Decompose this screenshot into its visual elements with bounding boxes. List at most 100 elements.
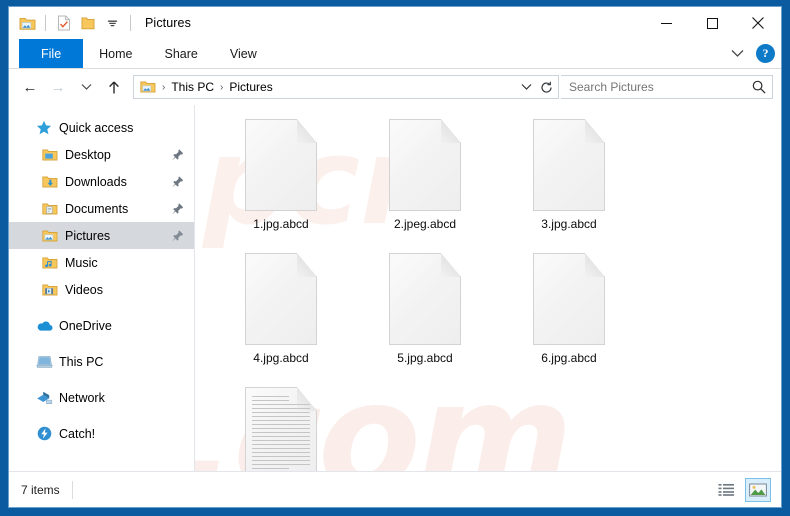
breadcrumb-dropdown-icon[interactable] xyxy=(516,76,536,98)
text-file-icon xyxy=(245,387,317,471)
file-name: 3.jpg.abcd xyxy=(541,217,597,231)
network-icon xyxy=(35,391,53,405)
pin-icon[interactable] xyxy=(171,202,184,215)
address-bar: ← → › This PC › Pictures xyxy=(9,69,781,105)
quick-access-toolbar: Pictures xyxy=(9,13,191,33)
sidebar-item-this-pc[interactable]: This PC xyxy=(9,348,194,375)
sidebar-item-downloads[interactable]: Downloads xyxy=(9,168,194,195)
view-mode-buttons xyxy=(713,477,771,502)
search-icon[interactable] xyxy=(750,80,768,94)
sidebar-label: Desktop xyxy=(65,147,111,162)
sidebar-label: Documents xyxy=(65,201,129,216)
star-icon xyxy=(35,120,53,136)
file-item[interactable]: 6.jpg.abcd xyxy=(497,249,641,383)
sidebar-label: This PC xyxy=(59,354,104,369)
blank-file-icon xyxy=(389,253,461,345)
file-item[interactable]: 2.jpeg.abcd xyxy=(353,115,497,249)
folder-downloads-icon xyxy=(41,175,59,189)
tab-share[interactable]: Share xyxy=(149,39,214,68)
onedrive-cloud-icon xyxy=(35,320,53,332)
file-item[interactable]: 5.jpg.abcd xyxy=(353,249,497,383)
navigation-pane[interactable]: Quick access Desktop Downloads Documents… xyxy=(9,105,195,471)
sidebar-item-documents[interactable]: Documents xyxy=(9,195,194,222)
forward-button[interactable]: → xyxy=(45,74,71,100)
file-item[interactable]: 1.jpg.abcd xyxy=(209,115,353,249)
recent-locations-button[interactable] xyxy=(73,74,99,100)
sidebar-item-onedrive[interactable]: OneDrive xyxy=(9,312,194,339)
tab-home[interactable]: Home xyxy=(83,39,148,68)
search-box[interactable] xyxy=(561,75,773,99)
folder-desktop-icon xyxy=(41,148,59,162)
search-input[interactable] xyxy=(569,80,750,94)
sidebar-item-pictures[interactable]: Pictures xyxy=(9,222,194,249)
file-grid: 1.jpg.abcd 2.jpeg.abcd 3.jpg.abcd 4.jpg.… xyxy=(195,115,781,471)
this-pc-icon xyxy=(35,355,53,369)
pin-icon[interactable] xyxy=(171,175,184,188)
tab-file[interactable]: File xyxy=(19,39,84,68)
window-title: Pictures xyxy=(145,16,191,30)
sidebar-item-videos[interactable]: Videos xyxy=(9,276,194,303)
breadcrumb-item-pictures[interactable]: Pictures xyxy=(226,78,275,96)
breadcrumb-item-this-pc[interactable]: This PC xyxy=(168,78,217,96)
breadcrumb[interactable]: › This PC › Pictures xyxy=(133,75,559,99)
sidebar-item-network[interactable]: Network xyxy=(9,384,194,411)
file-item[interactable]: Restore-My-Files.txt xyxy=(209,383,353,471)
pin-icon[interactable] xyxy=(171,229,184,242)
catch-app-icon xyxy=(35,426,53,441)
text-lines xyxy=(252,396,310,469)
up-button[interactable] xyxy=(101,74,127,100)
blank-file-icon xyxy=(389,119,461,211)
sidebar-item-catch[interactable]: Catch! xyxy=(9,420,194,447)
file-item[interactable]: 3.jpg.abcd xyxy=(497,115,641,249)
ribbon-right-controls: ? xyxy=(726,39,775,68)
sidebar-label: Catch! xyxy=(59,426,96,441)
large-icons-view-button[interactable] xyxy=(745,477,771,502)
ribbon-tab-bar: File Home Share View ? xyxy=(9,39,781,69)
sidebar-label: OneDrive xyxy=(59,318,112,333)
file-item[interactable]: 4.jpg.abcd xyxy=(209,249,353,383)
folder-music-icon xyxy=(41,256,59,270)
sidebar-item-music[interactable]: Music xyxy=(9,249,194,276)
window-controls xyxy=(643,7,781,39)
blank-file-icon xyxy=(533,119,605,211)
toolbar-separator-2 xyxy=(130,15,131,31)
blank-file-icon xyxy=(533,253,605,345)
refresh-icon[interactable] xyxy=(536,76,556,98)
pin-icon[interactable] xyxy=(171,148,184,161)
minimize-button[interactable] xyxy=(643,7,689,39)
file-name: 4.jpg.abcd xyxy=(253,351,309,365)
file-name: 1.jpg.abcd xyxy=(253,217,309,231)
help-icon[interactable]: ? xyxy=(756,44,775,63)
file-name: 5.jpg.abcd xyxy=(397,351,453,365)
tab-view[interactable]: View xyxy=(214,39,273,68)
breadcrumb-folder-icon xyxy=(139,79,156,95)
sidebar-item-desktop[interactable]: Desktop xyxy=(9,141,194,168)
status-bar: 7 items xyxy=(9,471,781,507)
sidebar-label: Quick access xyxy=(59,120,134,135)
sidebar-label: Downloads xyxy=(65,174,127,189)
details-view-button[interactable] xyxy=(713,478,739,502)
back-button[interactable]: ← xyxy=(17,74,43,100)
sidebar-item-quick-access[interactable]: Quick access xyxy=(9,114,194,141)
sidebar-label: Pictures xyxy=(65,228,111,243)
item-count: 7 items xyxy=(21,482,60,497)
close-button[interactable] xyxy=(735,7,781,39)
sidebar-label: Videos xyxy=(65,282,103,297)
sidebar-label: Network xyxy=(59,390,105,405)
maximize-button[interactable] xyxy=(689,7,735,39)
file-list-pane[interactable]: pcr sk.com 1.jpg.abcd 2.jpeg.abcd xyxy=(195,105,781,471)
title-bar: Pictures xyxy=(9,7,781,39)
explorer-window: Pictures File Home Share View ? ← → › Th… xyxy=(0,0,790,516)
window-frame: Pictures File Home Share View ? ← → › Th… xyxy=(8,6,782,508)
new-folder-icon[interactable] xyxy=(78,13,98,33)
properties-icon[interactable] xyxy=(54,13,74,33)
customize-chevron-icon[interactable] xyxy=(102,13,122,33)
file-name: 2.jpeg.abcd xyxy=(393,217,457,231)
chevron-down-icon[interactable] xyxy=(726,43,748,65)
folder-documents-icon xyxy=(41,202,59,216)
folder-pictures-icon[interactable] xyxy=(17,13,37,33)
